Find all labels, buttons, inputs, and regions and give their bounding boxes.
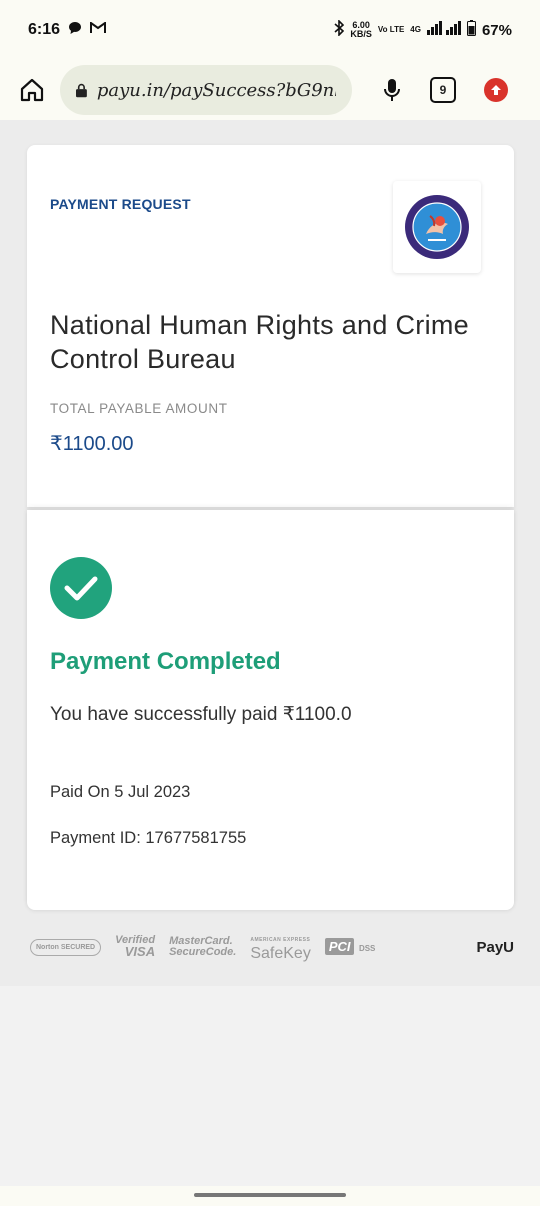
payment-request-label: PAYMENT REQUEST bbox=[50, 196, 191, 212]
lock-icon bbox=[76, 83, 87, 97]
organization-logo bbox=[393, 181, 481, 273]
paid-on-date: Paid On 5 Jul 2023 bbox=[50, 783, 191, 801]
home-gesture-handle[interactable] bbox=[194, 1193, 346, 1197]
payment-completed-title: Payment Completed bbox=[50, 648, 281, 675]
gesture-nav-bar bbox=[0, 1186, 540, 1206]
success-check-icon bbox=[50, 557, 112, 619]
network-type: 4G bbox=[410, 25, 421, 34]
tab-switcher-button[interactable]: 9 bbox=[430, 77, 456, 103]
browser-toolbar: payu.in/paySuccess?bG9nbzl 9 bbox=[0, 60, 540, 120]
update-button[interactable] bbox=[484, 78, 508, 102]
home-button[interactable] bbox=[14, 72, 50, 108]
status-bar: 6:16 6.00 KB/S Vo LTE 4G 67% bbox=[0, 0, 540, 60]
organization-emblem-icon bbox=[405, 195, 469, 259]
chat-notification-icon bbox=[68, 21, 82, 40]
battery-icon bbox=[466, 20, 476, 40]
home-icon bbox=[20, 78, 44, 102]
address-bar[interactable]: payu.in/paySuccess?bG9nbzl bbox=[60, 65, 352, 115]
total-payable-amount: ₹1100.00 bbox=[50, 433, 134, 455]
payment-id: Payment ID: 17677581755 bbox=[50, 829, 247, 847]
amex-safekey-badge: AMERICAN EXPRESS SafeKey bbox=[250, 937, 311, 962]
mastercard-securecode-badge: MasterCard. SecureCode. bbox=[169, 935, 237, 958]
battery-percent: 67% bbox=[481, 21, 512, 39]
bluetooth-icon bbox=[334, 19, 345, 40]
net-speed: 6.00 KB/S bbox=[350, 20, 372, 39]
arrow-up-icon bbox=[491, 85, 501, 95]
url-text: payu.in/paySuccess?bG9nbzl bbox=[96, 79, 336, 101]
volte-indicator: Vo LTE bbox=[377, 25, 405, 34]
total-payable-label: TOTAL PAYABLE AMOUNT bbox=[50, 401, 228, 416]
payment-request-card: PAYMENT REQUEST National Human Rights an… bbox=[27, 145, 514, 507]
payment-success-message: You have successfully paid ₹1100.0 bbox=[50, 704, 352, 725]
norton-secured-badge: Norton SECURED bbox=[30, 938, 102, 956]
empty-page-area bbox=[0, 986, 540, 1186]
status-time: 6:16 bbox=[28, 21, 61, 38]
microphone-icon bbox=[384, 79, 400, 101]
security-badges: Norton SECURED Verified VISA MasterCard. S… bbox=[30, 930, 514, 964]
payment-result-card: Payment Completed You have successfully … bbox=[27, 510, 514, 910]
voice-search-button[interactable] bbox=[374, 72, 410, 108]
gmail-icon bbox=[90, 21, 107, 39]
organization-name: National Human Rights and Crime Control … bbox=[50, 310, 469, 374]
tab-count: 9 bbox=[439, 83, 447, 97]
payu-logo: PayU bbox=[476, 938, 514, 956]
verified-by-visa-badge: Verified VISA bbox=[115, 934, 156, 959]
pci-dss-badge: PCI DSS bbox=[324, 937, 375, 955]
signal-icon bbox=[426, 21, 461, 39]
